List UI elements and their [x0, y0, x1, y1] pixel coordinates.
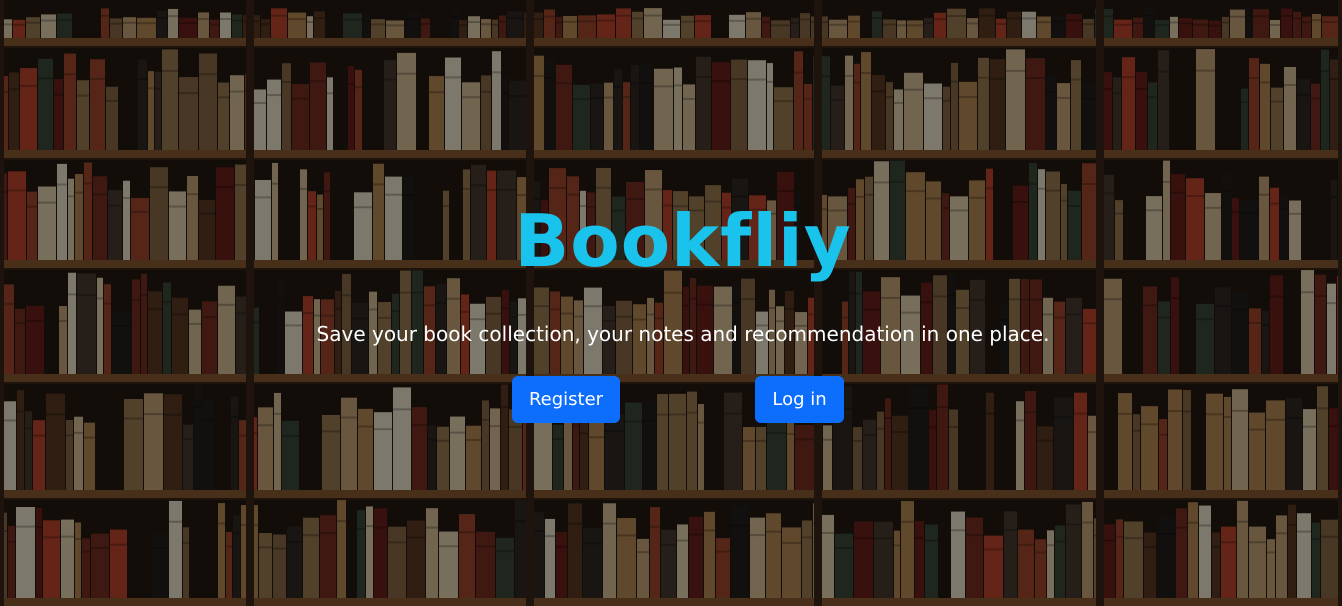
hero-section: Bookfliy Save your book collection, your… — [0, 0, 1342, 606]
login-button[interactable]: Log in — [755, 376, 844, 423]
register-button[interactable]: Register — [512, 376, 620, 423]
hero-content: Bookfliy Save your book collection, your… — [0, 0, 1342, 606]
brand-title: Bookfliy — [514, 199, 852, 283]
tagline: Save your book collection, your notes an… — [316, 322, 1050, 346]
